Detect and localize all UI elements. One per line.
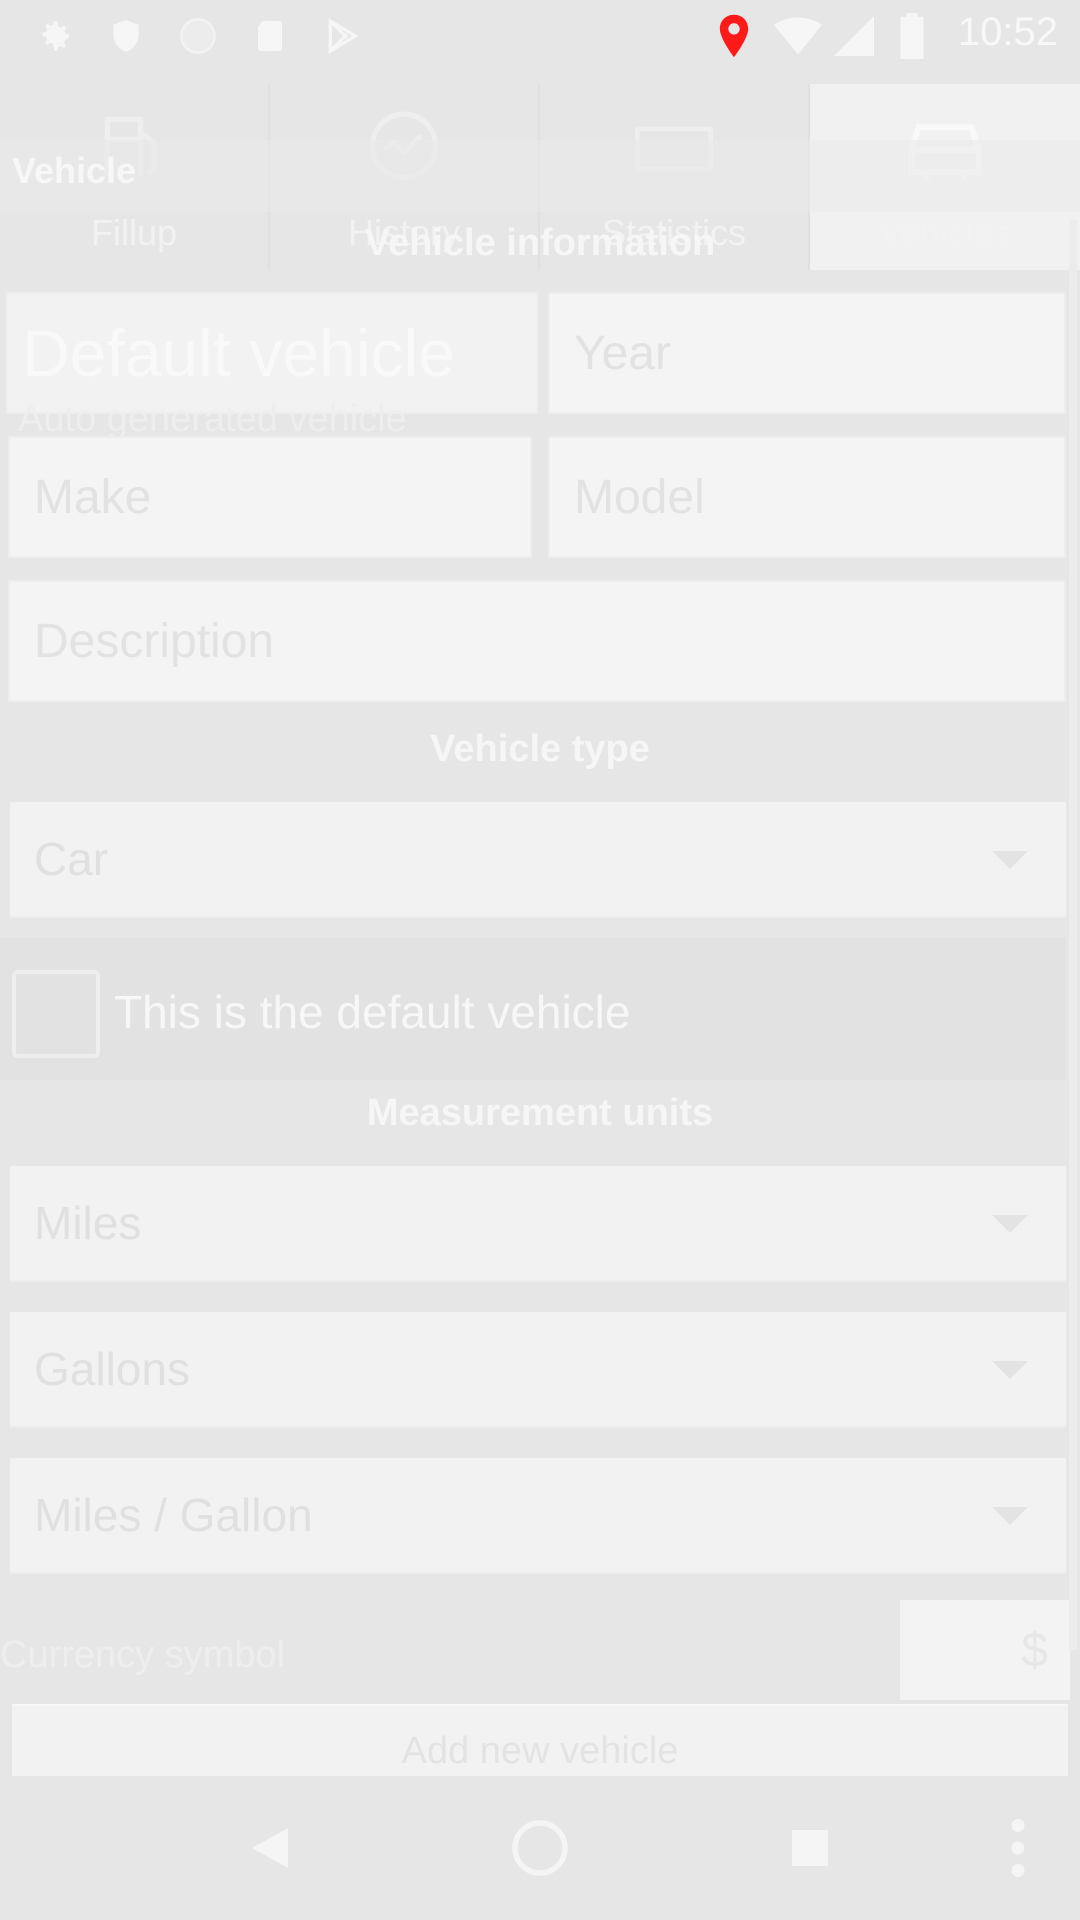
back-icon[interactable]	[220, 1798, 320, 1898]
recents-icon[interactable]	[760, 1798, 860, 1898]
overflow-menu-icon[interactable]	[968, 1798, 1068, 1898]
vehicle-name-field[interactable]: Default vehicle	[6, 292, 538, 414]
section-vehicle-information: Vehicle information	[364, 222, 716, 264]
chevron-down-icon	[992, 1215, 1028, 1233]
section-vehicle-type: Vehicle type	[430, 728, 650, 770]
chevron-down-icon	[992, 1361, 1028, 1379]
make-field[interactable]: Make	[8, 436, 532, 558]
dialog-title-bar	[0, 140, 1080, 212]
distance-unit-value: Miles	[34, 1197, 142, 1249]
navigation-bar	[0, 1776, 1080, 1920]
battery-icon	[888, 12, 936, 60]
vehicle-type-dropdown[interactable]: Car	[10, 802, 1066, 918]
wifi-icon	[774, 12, 822, 60]
clock: 10:52	[957, 10, 1058, 54]
volume-unit-value: Gallons	[34, 1343, 190, 1395]
year-field[interactable]: Year	[548, 292, 1066, 414]
gear-icon	[30, 12, 78, 60]
circle-icon	[174, 12, 222, 60]
economy-unit-value: Miles / Gallon	[34, 1489, 313, 1541]
section-measurement-units: Measurement units	[366, 1092, 714, 1134]
vehicle-subtitle: Auto generated vehicle	[18, 398, 407, 440]
shield-icon	[102, 12, 150, 60]
chevron-down-icon	[992, 1507, 1028, 1525]
sd-card-icon	[246, 12, 294, 60]
currency-symbol-label: Currency symbol	[0, 1634, 286, 1676]
default-vehicle-checkbox[interactable]	[12, 970, 100, 1058]
currency-symbol-field[interactable]: $	[900, 1600, 1070, 1700]
description-field[interactable]: Description	[8, 580, 1066, 702]
chevron-down-icon	[992, 851, 1028, 869]
home-icon[interactable]	[490, 1798, 590, 1898]
location-pin-icon	[710, 12, 758, 60]
distance-unit-dropdown[interactable]: Miles	[10, 1166, 1066, 1282]
model-field[interactable]: Model	[548, 436, 1066, 558]
signal-icon	[830, 12, 878, 60]
vehicle-type-value: Car	[34, 833, 109, 885]
dialog-title: Vehicle	[12, 150, 137, 191]
status-bar: 10:52	[0, 0, 1080, 72]
play-store-icon	[318, 12, 366, 60]
default-vehicle-label: This is the default vehicle	[114, 986, 631, 1038]
scrollbar[interactable]	[1069, 220, 1077, 1650]
add-new-vehicle-button[interactable]: Add new vehicle	[12, 1704, 1068, 1776]
add-new-vehicle-label: Add new vehicle	[401, 1730, 679, 1772]
volume-unit-dropdown[interactable]: Gallons	[10, 1312, 1066, 1428]
economy-unit-dropdown[interactable]: Miles / Gallon	[10, 1458, 1066, 1574]
